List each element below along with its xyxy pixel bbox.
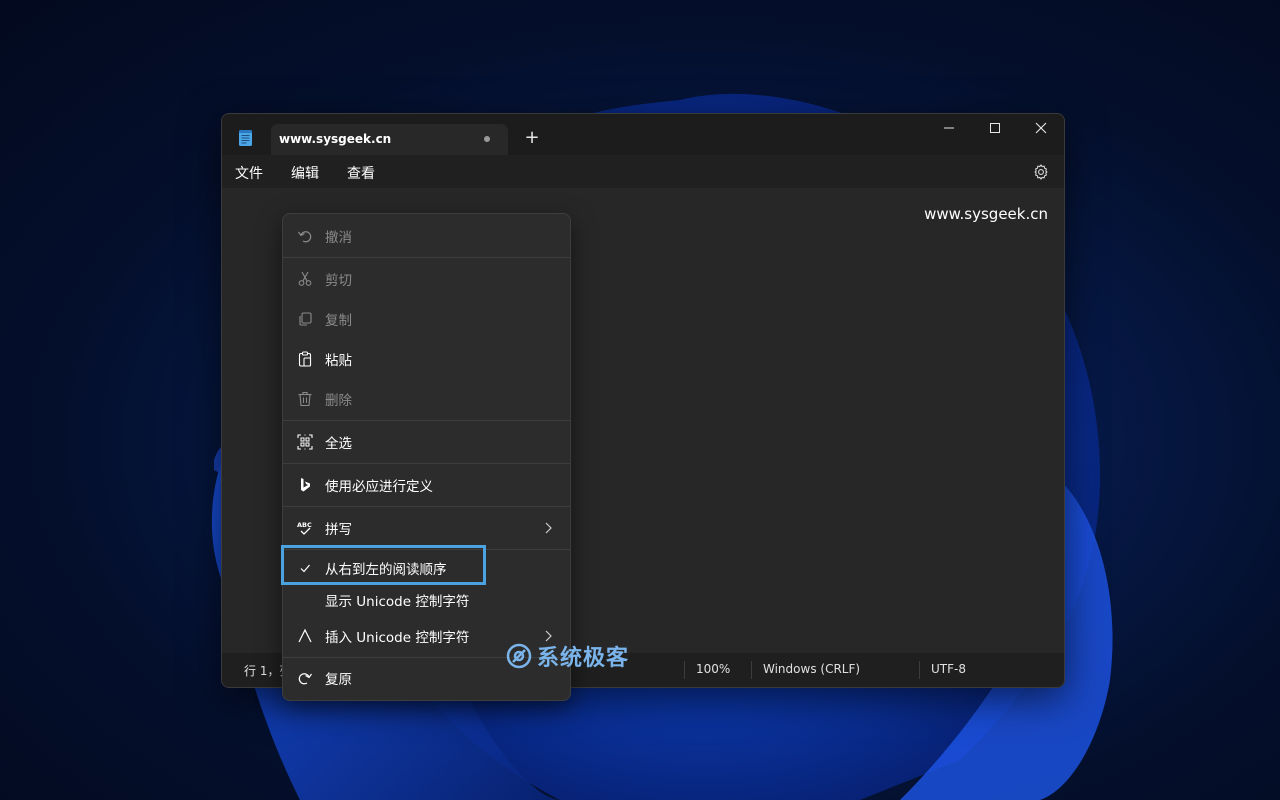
scissors-icon <box>298 271 312 286</box>
highlight-box <box>281 545 486 585</box>
close-icon <box>1035 122 1047 134</box>
menu-cut[interactable]: 剪切 <box>283 259 570 299</box>
menu-define-with-bing[interactable]: 使用必应进行定义 <box>283 465 570 505</box>
menu-spelling[interactable]: ABC 拼写 <box>283 508 570 548</box>
clipboard-paste-icon <box>298 351 312 367</box>
undo-icon <box>298 231 312 243</box>
watermark: 系统极客 <box>505 640 629 672</box>
title-bar[interactable]: www.sysgeek.cn + <box>222 114 1064 155</box>
line-ending: Windows (CRLF) <box>763 662 861 676</box>
zoom-level: 100% <box>696 662 731 676</box>
menu-bar: 文件 编辑 查看 <box>222 155 1064 188</box>
minimize-icon <box>944 127 954 129</box>
bing-icon <box>301 478 310 492</box>
new-tab-button[interactable]: + <box>521 127 543 149</box>
menu-label: 删除 <box>325 393 352 409</box>
select-all-icon <box>297 434 313 450</box>
maximize-button[interactable] <box>972 114 1018 142</box>
menu-label: 剪切 <box>325 273 352 289</box>
menu-label: 撤消 <box>325 230 352 246</box>
insert-caret-icon <box>298 628 312 643</box>
watermark-text: 系统极客 <box>537 646 630 671</box>
menu-label: 使用必应进行定义 <box>325 479 433 495</box>
encoding: UTF-8 <box>931 662 966 676</box>
menu-view[interactable]: 查看 <box>347 163 375 183</box>
copy-icon <box>299 312 312 326</box>
menu-undo[interactable]: 撤消 <box>283 216 570 256</box>
menu-edit[interactable]: 编辑 <box>291 163 319 183</box>
menu-show-unicode[interactable]: 显示 Unicode 控制字符 <box>283 580 570 620</box>
sysgeek-logo-icon <box>506 643 532 669</box>
editor-content: www.sysgeek.cn <box>924 205 1048 223</box>
chevron-right-icon <box>545 522 552 534</box>
menu-divider <box>283 257 570 258</box>
menu-label: 复制 <box>325 313 352 329</box>
menu-select-all[interactable]: 全选 <box>283 422 570 462</box>
menu-divider <box>283 463 570 464</box>
context-menu: 撤消 剪切 复制 粘贴 删除 全选 使用必应进行定义 ABC 拼写 从右到左的阅… <box>282 213 571 701</box>
close-button[interactable] <box>1018 114 1064 142</box>
menu-label: 拼写 <box>325 522 352 538</box>
tab-title: www.sysgeek.cn <box>279 132 392 146</box>
trash-icon <box>298 391 312 407</box>
menu-label: 显示 Unicode 控制字符 <box>325 594 470 610</box>
menu-copy[interactable]: 复制 <box>283 299 570 339</box>
status-divider <box>684 661 685 679</box>
spellcheck-abc-icon: ABC <box>297 521 312 535</box>
document-tab[interactable]: www.sysgeek.cn <box>271 124 508 155</box>
status-divider <box>919 661 920 679</box>
menu-file[interactable]: 文件 <box>235 163 263 183</box>
menu-label: 全选 <box>325 436 352 452</box>
maximize-icon <box>990 123 1000 133</box>
menu-delete[interactable]: 删除 <box>283 379 570 419</box>
unsaved-indicator-icon[interactable] <box>484 136 490 142</box>
menu-divider <box>283 506 570 507</box>
settings-gear-icon[interactable] <box>1032 163 1050 181</box>
menu-label: 插入 Unicode 控制字符 <box>325 630 470 646</box>
redo-icon <box>298 673 312 685</box>
menu-paste[interactable]: 粘贴 <box>283 339 570 379</box>
menu-label: 粘贴 <box>325 353 352 369</box>
menu-label: 复原 <box>325 672 352 688</box>
menu-divider <box>283 420 570 421</box>
minimize-button[interactable] <box>926 114 972 142</box>
status-divider <box>751 661 752 679</box>
notepad-app-icon <box>239 130 252 146</box>
